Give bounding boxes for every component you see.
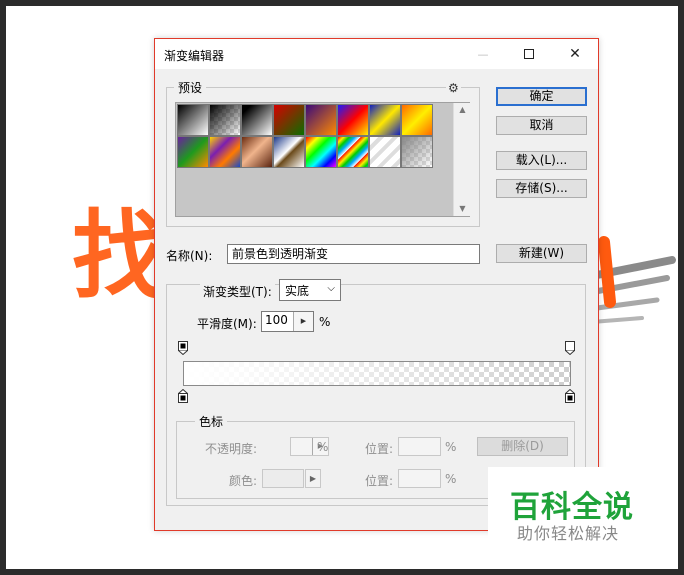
preset-swatch-black-transparent[interactable] bbox=[209, 104, 241, 136]
new-button[interactable]: 新建(W) bbox=[496, 244, 587, 263]
scroll-up-icon[interactable]: ▲ bbox=[454, 103, 471, 117]
preset-swatch-chrome[interactable] bbox=[273, 136, 305, 168]
preset-swatch-blue-red-yellow[interactable] bbox=[337, 104, 369, 136]
watermark-subtitle: 助你轻松解决 bbox=[517, 524, 620, 543]
preset-swatch-grid: ▲ ▼ bbox=[175, 102, 470, 217]
color-swatch[interactable] bbox=[262, 469, 304, 488]
watermark: 百科全说 助你轻松解决 bbox=[488, 467, 638, 553]
load-button[interactable]: 载入(L)... bbox=[496, 151, 587, 170]
orange-stroke-right bbox=[598, 236, 616, 308]
name-label: 名称(N): bbox=[166, 249, 213, 263]
ok-button[interactable]: 确定 bbox=[496, 87, 587, 106]
preset-swatch-violet-orange[interactable] bbox=[305, 104, 337, 136]
titlebar[interactable]: 渐变编辑器 — ✕ bbox=[155, 39, 598, 69]
opacity-label: 不透明度: bbox=[205, 442, 258, 456]
location2-field[interactable] bbox=[398, 469, 441, 488]
preset-swatch-transparent-stripes[interactable] bbox=[369, 136, 401, 168]
preset-swatch-copper[interactable] bbox=[241, 136, 273, 168]
minimize-button[interactable]: — bbox=[460, 39, 506, 69]
preset-swatch-black-white-2[interactable] bbox=[241, 104, 273, 136]
close-icon: ✕ bbox=[569, 46, 581, 62]
gradient-editor-dialog: 渐变编辑器 — ✕ 预设 ⚙ ▲ ▼ 确定 取消 载入(L)... 存储(S).… bbox=[154, 38, 599, 531]
presets-label: 预设 bbox=[174, 79, 207, 96]
opacity-stop-left[interactable] bbox=[178, 341, 188, 355]
location-label: 位置: bbox=[365, 442, 394, 456]
cancel-button[interactable]: 取消 bbox=[496, 116, 587, 135]
preset-scrollbar[interactable]: ▲ ▼ bbox=[453, 103, 470, 216]
maximize-icon bbox=[524, 49, 534, 59]
location2-label: 位置: bbox=[365, 474, 394, 488]
save-button[interactable]: 存储(S)... bbox=[496, 179, 587, 198]
opacity-unit: % bbox=[317, 440, 329, 454]
preset-swatch-neutral-density[interactable] bbox=[401, 136, 433, 168]
smoothness-label: 平滑度(M): bbox=[197, 317, 257, 331]
gradient-type-select[interactable]: 实底 ⌵ bbox=[279, 279, 341, 301]
scroll-down-icon[interactable]: ▼ bbox=[454, 202, 471, 216]
gradient-type-value: 实底 bbox=[285, 284, 310, 298]
stepper-arrow-icon[interactable]: ▶ bbox=[293, 312, 313, 331]
minimize-icon: — bbox=[477, 47, 489, 61]
location2-unit: % bbox=[445, 472, 457, 486]
chevron-down-icon: ⌵ bbox=[327, 283, 335, 294]
preset-swatch-transparent-rainbow[interactable] bbox=[337, 136, 369, 168]
preset-swatch-blue-yellow-blue[interactable] bbox=[369, 104, 401, 136]
color-arrow-icon[interactable]: ▶ bbox=[305, 469, 321, 488]
delete-button[interactable]: 删除(D) bbox=[477, 437, 568, 456]
color-stop-right[interactable] bbox=[565, 389, 575, 403]
gradient-type-label: 渐变类型(T): bbox=[200, 283, 275, 300]
color-stops-label: 色标 bbox=[195, 413, 228, 430]
smoothness-stepper[interactable]: 100 ▶ bbox=[261, 311, 314, 332]
name-field[interactable]: 前景色到透明渐变 bbox=[227, 244, 480, 264]
preset-swatch-violet-green-orange[interactable] bbox=[177, 136, 209, 168]
location-unit: % bbox=[445, 440, 457, 454]
color-label: 颜色: bbox=[229, 474, 258, 488]
smoothness-unit: % bbox=[319, 315, 331, 329]
maximize-button[interactable] bbox=[506, 39, 552, 69]
location-field[interactable] bbox=[398, 437, 441, 456]
preset-swatch-yellow-violet-orange-blue[interactable] bbox=[209, 136, 241, 168]
preset-swatch-spectrum[interactable] bbox=[305, 136, 337, 168]
preset-swatch-red-green[interactable] bbox=[273, 104, 305, 136]
gear-icon[interactable]: ⚙ bbox=[446, 81, 461, 95]
preset-swatch-orange-yellow-orange[interactable] bbox=[401, 104, 433, 136]
window-title: 渐变编辑器 bbox=[164, 49, 225, 63]
opacity-stop-right[interactable] bbox=[565, 341, 575, 355]
preset-swatch-black-white[interactable] bbox=[177, 104, 209, 136]
smoothness-value: 100 bbox=[265, 313, 288, 327]
gradient-preview-bar[interactable] bbox=[183, 361, 571, 386]
color-stop-left[interactable] bbox=[178, 389, 188, 403]
close-button[interactable]: ✕ bbox=[552, 39, 598, 69]
